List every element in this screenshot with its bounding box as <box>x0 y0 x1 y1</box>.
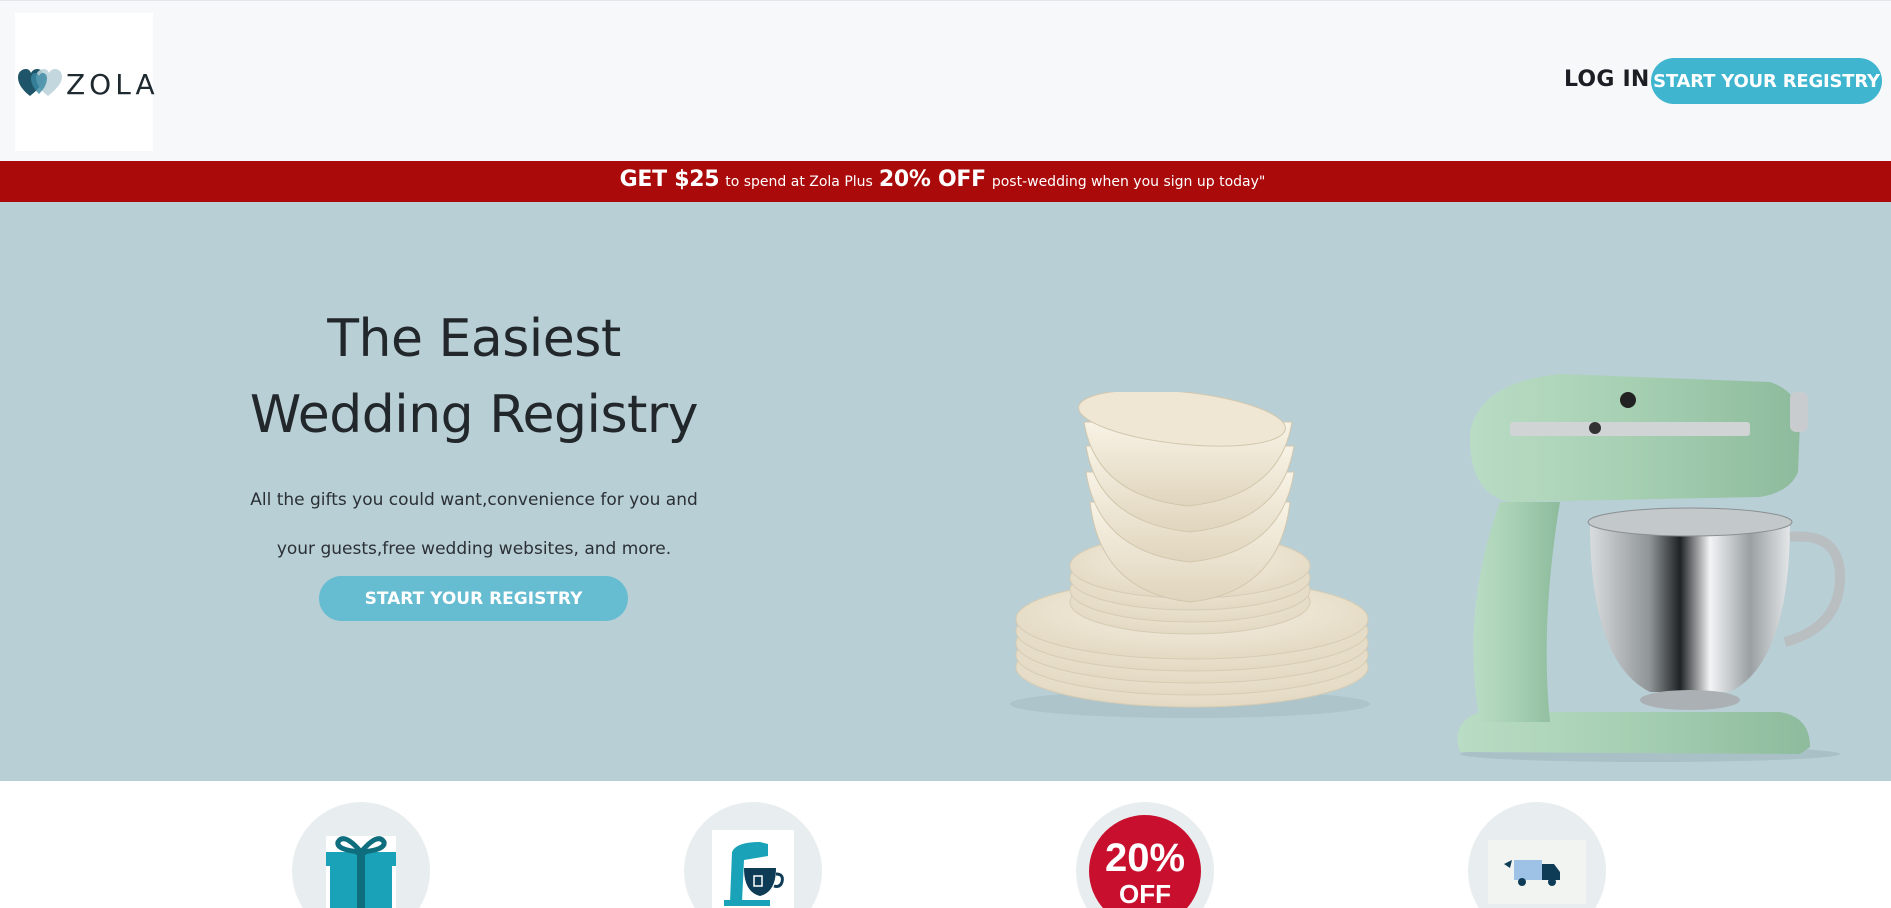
hero-subtitle-line-2: your guests,free wedding websites, and m… <box>276 539 672 559</box>
logo-wordmark: ZOLA <box>66 68 159 101</box>
promo-banner[interactable]: GET $25 to spend at Zola Plus 20% OFF po… <box>0 161 1891 202</box>
feature-gifts[interactable] <box>292 802 430 908</box>
discount-percent-text: 20% <box>1105 836 1185 880</box>
hero-title: The Easiest Wedding Registry <box>200 301 748 453</box>
discount-badge-icon: 20% OFF <box>1089 815 1201 908</box>
start-registry-button-header[interactable]: START YOUR REGISTRY <box>1651 58 1882 104</box>
stand-mixer-image <box>1457 374 1846 762</box>
hero-subtitle-line-1: All the gifts you could want,convenience… <box>250 490 698 510</box>
zola-logo[interactable]: ZOLA <box>15 13 155 151</box>
hearts-logo-icon <box>18 69 62 96</box>
start-registry-button-hero[interactable]: START YOUR REGISTRY <box>319 576 628 621</box>
site-header: ZOLA LOG IN START YOUR REGISTRY <box>0 0 1891 161</box>
promo-text-2: post-wedding when you sign up today" <box>991 174 1266 190</box>
hero-subtitle: All the gifts you could want,convenience… <box>200 476 748 574</box>
mixer-icon <box>712 830 794 908</box>
gift-icon <box>326 836 396 908</box>
hero-section: The Easiest Wedding Registry All the gif… <box>0 202 1891 781</box>
feature-shipping[interactable] <box>1468 802 1606 908</box>
feature-discount[interactable]: 20% OFF <box>1076 802 1214 908</box>
hero-title-line-2: Wedding Registry <box>249 385 699 445</box>
discount-off-text: OFF <box>1119 879 1171 908</box>
promo-amount: GET $25 <box>619 167 720 192</box>
login-link[interactable]: LOG IN <box>1564 67 1649 92</box>
delivery-truck-icon <box>1488 840 1586 904</box>
promo-text-1: to spend at Zola Plus <box>725 174 873 190</box>
features-section: 20% OFF <box>0 781 1891 908</box>
promo-discount: 20% OFF <box>878 167 986 192</box>
dishes-stack-image <box>1010 392 1370 718</box>
hero-title-line-1: The Easiest <box>327 309 621 369</box>
feature-products[interactable] <box>684 802 822 908</box>
